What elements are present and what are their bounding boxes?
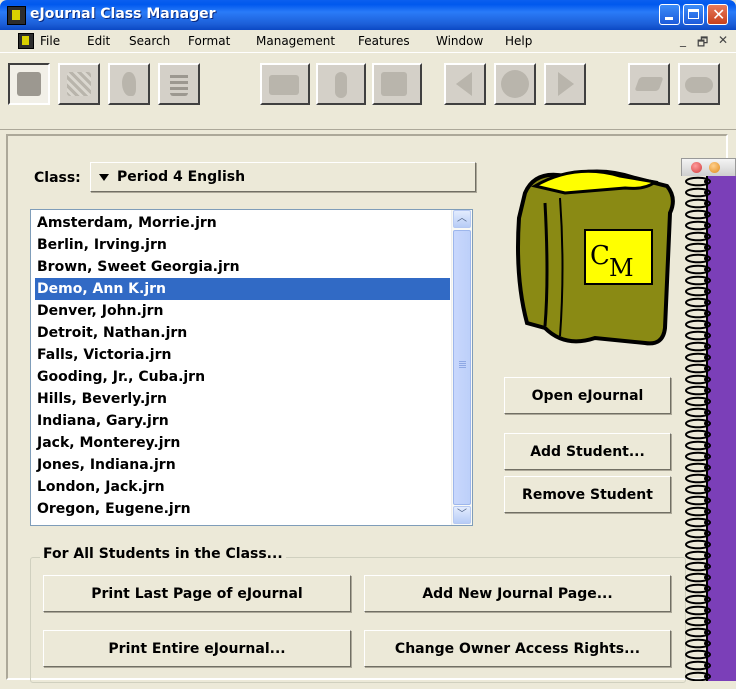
menu-edit[interactable]: Edit (87, 34, 110, 48)
microphone-icon (335, 72, 347, 98)
handshake-icon (685, 77, 713, 93)
menu-file[interactable]: File (40, 34, 60, 48)
logo-letter-m: M (609, 254, 634, 282)
mdi-close-icon[interactable]: ✕ (718, 33, 728, 47)
minimize-icon (665, 17, 673, 20)
list-item[interactable]: Brown, Sweet Georgia.jrn (35, 256, 450, 278)
back-arrow-icon (456, 72, 472, 96)
list-item[interactable]: Berlin, Irving.jrn (35, 234, 450, 256)
all-students-title: For All Students in the Class... (40, 546, 286, 562)
menu-bar: File Edit Search Format Management Featu… (0, 30, 736, 52)
binder-title-bar[interactable] (681, 158, 736, 176)
film-button[interactable] (158, 63, 200, 105)
list-item[interactable]: Denver, John.jrn (35, 300, 450, 322)
mdi-minimize-icon[interactable]: _ (680, 33, 686, 47)
ear-button[interactable] (108, 63, 150, 105)
window-title: eJournal Class Manager (30, 6, 216, 22)
remove-student-button[interactable]: Remove Student (504, 476, 671, 513)
list-item[interactable]: London, Jack.jrn (35, 476, 450, 498)
close-icon: ✕ (712, 5, 726, 24)
thumbs-down-icon (381, 72, 407, 96)
edit-journal-button[interactable] (8, 63, 50, 105)
title-bar[interactable]: eJournal Class Manager ✕ (0, 0, 736, 30)
list-item-selected[interactable]: Demo, Ann K.jrn (35, 278, 450, 300)
film-icon (170, 72, 188, 96)
mdi-restore-icon[interactable]: 🗗 (697, 33, 708, 54)
back-arrow-button[interactable] (444, 63, 486, 105)
handshake-button[interactable] (678, 63, 720, 105)
maximize-icon (688, 9, 699, 19)
stop-icon (501, 70, 529, 98)
close-button[interactable]: ✕ (707, 4, 728, 25)
student-list[interactable]: Amsterdam, Morrie.jrn Berlin, Irving.jrn… (30, 209, 473, 526)
scroll-up-button[interactable]: ︿ (453, 210, 471, 228)
logo-letter-c: C (590, 241, 610, 271)
print-last-page-button[interactable]: Print Last Page of eJournal (43, 575, 351, 612)
list-item[interactable]: Indiana, Gary.jrn (35, 410, 450, 432)
camera-button[interactable] (260, 63, 310, 105)
app-icon[interactable] (7, 6, 26, 25)
chevron-down-icon: ﹀ (457, 509, 467, 520)
stop-button[interactable] (494, 63, 536, 105)
change-access-rights-button[interactable]: Change Owner Access Rights... (364, 630, 671, 667)
class-manager-logo: C M (516, 169, 675, 346)
list-item[interactable]: Detroit, Nathan.jrn (35, 322, 450, 344)
grid-button[interactable] (58, 63, 100, 105)
open-ejournal-button[interactable]: Open eJournal (504, 377, 671, 414)
class-label: Class: (34, 170, 81, 186)
toolbar (0, 52, 736, 130)
menu-features[interactable]: Features (358, 34, 410, 48)
list-item[interactable]: Oregon, Eugene.jrn (35, 498, 450, 520)
add-journal-page-button[interactable]: Add New Journal Page... (364, 575, 671, 612)
microphone-button[interactable] (316, 63, 366, 105)
list-item[interactable]: Falls, Victoria.jrn (35, 344, 450, 366)
menu-help[interactable]: Help (505, 34, 532, 48)
menu-search[interactable]: Search (129, 34, 170, 48)
document-icon[interactable] (18, 33, 34, 49)
thumb-grip-icon (459, 361, 466, 368)
forward-arrow-icon (558, 72, 574, 96)
close-dot-icon[interactable] (691, 162, 702, 173)
edit-journal-icon (17, 72, 41, 96)
triangle-down-icon (99, 173, 109, 181)
class-selector[interactable]: Period 4 English (90, 162, 476, 192)
thumbs-down-button[interactable] (372, 63, 422, 105)
class-selector-value: Period 4 English (117, 169, 246, 185)
scroll-down-button[interactable]: ﹀ (453, 506, 471, 524)
list-item[interactable]: Jones, Indiana.jrn (35, 454, 450, 476)
scroll-thumb[interactable] (453, 230, 471, 505)
list-item[interactable]: Jack, Monterey.jrn (35, 432, 450, 454)
menu-management[interactable]: Management (256, 34, 335, 48)
list-item[interactable]: Amsterdam, Morrie.jrn (35, 212, 450, 234)
maximize-button[interactable] (683, 4, 704, 25)
journal-binder-window[interactable] (681, 158, 736, 681)
menu-window[interactable]: Window (436, 34, 483, 48)
eraser-button[interactable] (628, 63, 670, 105)
ear-icon (122, 72, 136, 96)
eraser-icon (634, 77, 664, 91)
minimize-button[interactable] (659, 4, 680, 25)
list-item[interactable]: Gooding, Jr., Cuba.jrn (35, 366, 450, 388)
list-scrollbar[interactable]: ︿ ﹀ (451, 210, 472, 525)
forward-arrow-button[interactable] (544, 63, 586, 105)
add-student-button[interactable]: Add Student... (504, 433, 671, 470)
list-item[interactable]: Hills, Beverly.jrn (35, 388, 450, 410)
camera-icon (269, 75, 299, 95)
spiral-rings (681, 176, 715, 681)
chevron-up-icon: ︿ (457, 213, 467, 224)
print-entire-ejournal-button[interactable]: Print Entire eJournal... (43, 630, 351, 667)
minimize-dot-icon[interactable] (709, 162, 720, 173)
grid-icon (67, 72, 91, 96)
menu-format[interactable]: Format (188, 34, 230, 48)
